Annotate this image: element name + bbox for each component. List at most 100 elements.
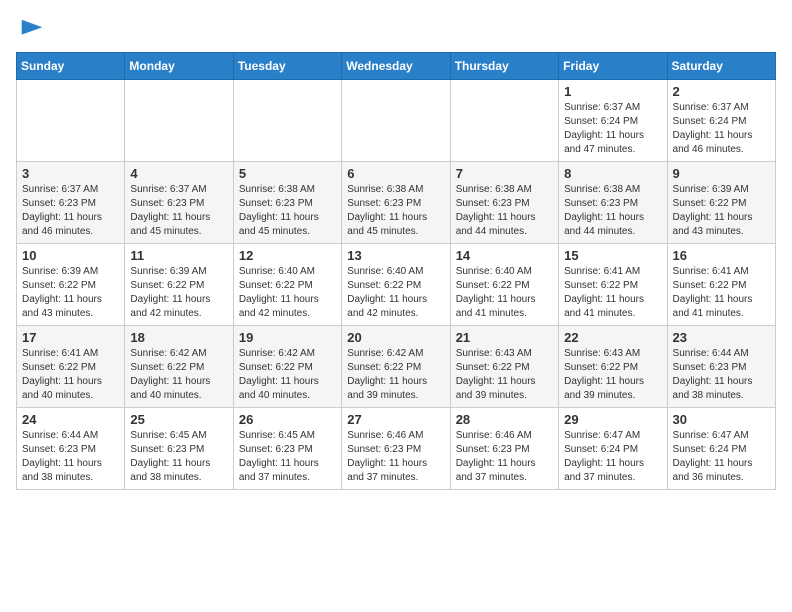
day-info: Sunrise: 6:40 AM Sunset: 6:22 PM Dayligh… bbox=[347, 265, 444, 321]
calendar-cell: 29 Sunrise: 6:47 AM Sunset: 6:24 PM Dayli… bbox=[559, 408, 667, 490]
calendar-cell: 17Sunrise: 6:41 AM Sunset: 6:22 PM Dayli… bbox=[17, 326, 125, 408]
day-number: 4 bbox=[130, 166, 227, 181]
day-info: Sunrise: 6:41 AM Sunset: 6:22 PM Dayligh… bbox=[673, 265, 770, 321]
day-number: 22 bbox=[564, 330, 661, 345]
week-row-3: 10 Sunrise: 6:39 AM Sunset: 6:22 PM Dayli… bbox=[17, 244, 776, 326]
day-info: Sunrise: 6:37 AM Sunset: 6:24 PM Dayligh… bbox=[564, 101, 661, 157]
weekday-tuesday: Tuesday bbox=[233, 53, 341, 80]
calendar: SundayMondayTuesdayWednesdayThursdayFrid… bbox=[16, 52, 776, 490]
calendar-cell: 24 Sunrise: 6:44 AM Sunset: 6:23 PM Dayli… bbox=[17, 408, 125, 490]
day-number: 23 bbox=[673, 330, 770, 345]
calendar-cell bbox=[125, 80, 233, 162]
calendar-cell: 19 Sunrise: 6:42 AM Sunset: 6:22 PM Dayli… bbox=[233, 326, 341, 408]
calendar-cell: 1 Sunrise: 6:37 AM Sunset: 6:24 PM Daylig… bbox=[559, 80, 667, 162]
day-info: Sunrise: 6:47 AM Sunset: 6:24 PM Dayligh… bbox=[564, 429, 661, 485]
day-info: Sunrise: 6:37 AM Sunset: 6:24 PM Dayligh… bbox=[673, 101, 770, 157]
day-info: Sunrise: 6:41 AM Sunset: 6:22 PM Dayligh… bbox=[564, 265, 661, 321]
day-number: 26 bbox=[239, 412, 336, 427]
day-info: Sunrise: 6:46 AM Sunset: 6:23 PM Dayligh… bbox=[347, 429, 444, 485]
day-info: Sunrise: 6:37 AM Sunset: 6:23 PM Dayligh… bbox=[130, 183, 227, 239]
calendar-cell: 26 Sunrise: 6:45 AM Sunset: 6:23 PM Dayli… bbox=[233, 408, 341, 490]
day-number: 9 bbox=[673, 166, 770, 181]
day-info: Sunrise: 6:37 AM Sunset: 6:23 PM Dayligh… bbox=[22, 183, 119, 239]
day-number: 19 bbox=[239, 330, 336, 345]
calendar-cell: 21 Sunrise: 6:43 AM Sunset: 6:22 PM Dayli… bbox=[450, 326, 558, 408]
day-info: Sunrise: 6:40 AM Sunset: 6:22 PM Dayligh… bbox=[239, 265, 336, 321]
day-number: 28 bbox=[456, 412, 553, 427]
day-info: Sunrise: 6:43 AM Sunset: 6:22 PM Dayligh… bbox=[456, 347, 553, 403]
day-number: 29 bbox=[564, 412, 661, 427]
day-info: Sunrise: 6:39 AM Sunset: 6:22 PM Dayligh… bbox=[22, 265, 119, 321]
day-number: 8 bbox=[564, 166, 661, 181]
day-number: 21 bbox=[456, 330, 553, 345]
calendar-cell: 16 Sunrise: 6:41 AM Sunset: 6:22 PM Dayli… bbox=[667, 244, 775, 326]
day-number: 27 bbox=[347, 412, 444, 427]
day-info: Sunrise: 6:44 AM Sunset: 6:23 PM Dayligh… bbox=[673, 347, 770, 403]
calendar-cell: 3 Sunrise: 6:37 AM Sunset: 6:23 PM Daylig… bbox=[17, 162, 125, 244]
day-number: 2 bbox=[673, 84, 770, 99]
calendar-body: 1 Sunrise: 6:37 AM Sunset: 6:24 PM Daylig… bbox=[17, 80, 776, 490]
calendar-cell: 27 Sunrise: 6:46 AM Sunset: 6:23 PM Dayli… bbox=[342, 408, 450, 490]
day-number: 30 bbox=[673, 412, 770, 427]
weekday-friday: Friday bbox=[559, 53, 667, 80]
calendar-cell: 23 Sunrise: 6:44 AM Sunset: 6:23 PM Dayli… bbox=[667, 326, 775, 408]
day-number: 1 bbox=[564, 84, 661, 99]
day-info: Sunrise: 6:38 AM Sunset: 6:23 PM Dayligh… bbox=[564, 183, 661, 239]
weekday-sunday: Sunday bbox=[17, 53, 125, 80]
day-number: 6 bbox=[347, 166, 444, 181]
day-info: Sunrise: 6:45 AM Sunset: 6:23 PM Dayligh… bbox=[239, 429, 336, 485]
calendar-cell: 15 Sunrise: 6:41 AM Sunset: 6:22 PM Dayli… bbox=[559, 244, 667, 326]
day-number: 20 bbox=[347, 330, 444, 345]
logo-icon bbox=[18, 16, 46, 44]
calendar-cell: 7Sunrise: 6:38 AM Sunset: 6:23 PM Daylig… bbox=[450, 162, 558, 244]
calendar-cell: 6 Sunrise: 6:38 AM Sunset: 6:23 PM Daylig… bbox=[342, 162, 450, 244]
day-info: Sunrise: 6:46 AM Sunset: 6:23 PM Dayligh… bbox=[456, 429, 553, 485]
calendar-cell: 22 Sunrise: 6:43 AM Sunset: 6:22 PM Dayli… bbox=[559, 326, 667, 408]
calendar-cell: 30 Sunrise: 6:47 AM Sunset: 6:24 PM Dayli… bbox=[667, 408, 775, 490]
day-number: 3 bbox=[22, 166, 119, 181]
calendar-cell: 13 Sunrise: 6:40 AM Sunset: 6:22 PM Dayli… bbox=[342, 244, 450, 326]
week-row-2: 3 Sunrise: 6:37 AM Sunset: 6:23 PM Daylig… bbox=[17, 162, 776, 244]
day-info: Sunrise: 6:43 AM Sunset: 6:22 PM Dayligh… bbox=[564, 347, 661, 403]
logo bbox=[16, 16, 46, 40]
calendar-cell: 2 Sunrise: 6:37 AM Sunset: 6:24 PM Daylig… bbox=[667, 80, 775, 162]
day-info: Sunrise: 6:38 AM Sunset: 6:23 PM Dayligh… bbox=[456, 183, 553, 239]
weekday-wednesday: Wednesday bbox=[342, 53, 450, 80]
day-number: 16 bbox=[673, 248, 770, 263]
weekday-thursday: Thursday bbox=[450, 53, 558, 80]
page: SundayMondayTuesdayWednesdayThursdayFrid… bbox=[0, 0, 792, 506]
calendar-cell bbox=[450, 80, 558, 162]
calendar-cell: 9 Sunrise: 6:39 AM Sunset: 6:22 PM Daylig… bbox=[667, 162, 775, 244]
calendar-cell: 14Sunrise: 6:40 AM Sunset: 6:22 PM Dayli… bbox=[450, 244, 558, 326]
weekday-saturday: Saturday bbox=[667, 53, 775, 80]
calendar-cell bbox=[233, 80, 341, 162]
calendar-cell: 18 Sunrise: 6:42 AM Sunset: 6:22 PM Dayli… bbox=[125, 326, 233, 408]
day-info: Sunrise: 6:42 AM Sunset: 6:22 PM Dayligh… bbox=[130, 347, 227, 403]
calendar-cell bbox=[17, 80, 125, 162]
weekday-header-row: SundayMondayTuesdayWednesdayThursdayFrid… bbox=[17, 53, 776, 80]
day-number: 13 bbox=[347, 248, 444, 263]
header bbox=[16, 16, 776, 40]
calendar-cell: 5Sunrise: 6:38 AM Sunset: 6:23 PM Daylig… bbox=[233, 162, 341, 244]
day-number: 25 bbox=[130, 412, 227, 427]
day-info: Sunrise: 6:47 AM Sunset: 6:24 PM Dayligh… bbox=[673, 429, 770, 485]
day-info: Sunrise: 6:38 AM Sunset: 6:23 PM Dayligh… bbox=[239, 183, 336, 239]
week-row-1: 1 Sunrise: 6:37 AM Sunset: 6:24 PM Daylig… bbox=[17, 80, 776, 162]
day-info: Sunrise: 6:45 AM Sunset: 6:23 PM Dayligh… bbox=[130, 429, 227, 485]
day-number: 15 bbox=[564, 248, 661, 263]
day-info: Sunrise: 6:38 AM Sunset: 6:23 PM Dayligh… bbox=[347, 183, 444, 239]
calendar-cell: 28 Sunrise: 6:46 AM Sunset: 6:23 PM Dayli… bbox=[450, 408, 558, 490]
week-row-4: 17Sunrise: 6:41 AM Sunset: 6:22 PM Dayli… bbox=[17, 326, 776, 408]
day-info: Sunrise: 6:42 AM Sunset: 6:22 PM Dayligh… bbox=[239, 347, 336, 403]
day-number: 24 bbox=[22, 412, 119, 427]
day-number: 17 bbox=[22, 330, 119, 345]
calendar-cell bbox=[342, 80, 450, 162]
day-number: 10 bbox=[22, 248, 119, 263]
day-number: 18 bbox=[130, 330, 227, 345]
calendar-cell: 10 Sunrise: 6:39 AM Sunset: 6:22 PM Dayli… bbox=[17, 244, 125, 326]
day-info: Sunrise: 6:39 AM Sunset: 6:22 PM Dayligh… bbox=[673, 183, 770, 239]
calendar-cell: 12Sunrise: 6:40 AM Sunset: 6:22 PM Dayli… bbox=[233, 244, 341, 326]
calendar-cell: 11Sunrise: 6:39 AM Sunset: 6:22 PM Dayli… bbox=[125, 244, 233, 326]
calendar-cell: 20Sunrise: 6:42 AM Sunset: 6:22 PM Dayli… bbox=[342, 326, 450, 408]
day-info: Sunrise: 6:44 AM Sunset: 6:23 PM Dayligh… bbox=[22, 429, 119, 485]
